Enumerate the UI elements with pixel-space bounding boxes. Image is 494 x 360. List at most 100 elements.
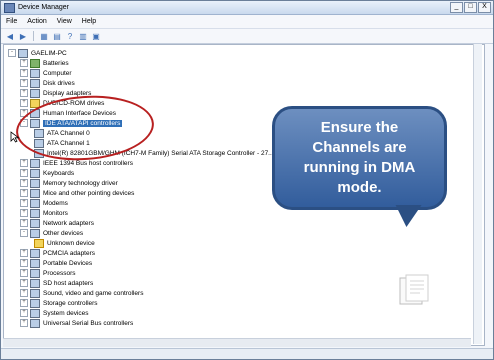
tree-item-pcmcia-adapters[interactable]: + PCMCIA adapters [20,248,95,258]
mouse-pointer-icon [10,131,20,143]
expand-icon[interactable]: + [20,169,28,177]
minimize-button[interactable]: _ [450,2,463,13]
menu-file[interactable]: File [1,18,22,25]
status-bar [1,348,493,359]
tree-item-label: Mice and other pointing devices [43,189,135,197]
expand-icon[interactable]: + [20,89,28,97]
notes-icon [399,274,429,305]
expand-icon[interactable]: + [20,309,28,317]
expand-icon[interactable]: + [20,159,28,167]
expand-icon[interactable]: + [20,249,28,257]
expand-icon[interactable]: + [20,179,28,187]
expand-icon[interactable]: + [20,319,28,327]
system-device-icon [30,308,40,318]
title-bar[interactable]: Device Manager _ □ X [1,1,493,15]
processor-icon [30,268,40,278]
tree-item-label: Computer [43,69,72,77]
vertical-scrollbar[interactable] [473,44,482,344]
collapse-icon[interactable]: - [8,49,16,57]
tree-item-label: Other devices [43,229,84,237]
expand-icon[interactable]: + [20,189,28,197]
sd-host-icon [30,278,40,288]
menu-action[interactable]: Action [22,18,51,25]
tree-item-monitors[interactable]: + Monitors [20,208,68,218]
toolbar-separator [33,31,34,41]
tree-item-system-devices[interactable]: + System devices [20,308,89,318]
disk-drive-icon [30,78,40,88]
tree-item-disk-drives[interactable]: + Disk drives [20,78,75,88]
tree-item-label: Disk drives [43,79,75,87]
expand-icon[interactable]: + [20,99,28,107]
tree-item-sd-host-adapters[interactable]: + SD host adapters [20,278,93,288]
tree-item-label: Batteries [43,59,69,67]
tree-item-memory-technology-driver[interactable]: + Memory technology driver [20,178,118,188]
expand-icon[interactable]: + [20,259,28,267]
tree-item-network-adapters[interactable]: + Network adapters [20,218,94,228]
expand-icon[interactable]: + [20,209,28,217]
tree-root[interactable]: - GAELIM-PC [8,48,67,58]
tree-item-sound-video-game[interactable]: + Sound, video and game controllers [20,288,143,298]
tree-item-label: Keyboards [43,169,75,177]
back-icon[interactable]: ◀ [5,32,15,41]
tree-item-modems[interactable]: + Modems [20,198,68,208]
scan-icon[interactable]: ▥ [78,32,88,41]
expand-icon[interactable]: + [20,289,28,297]
tree-item-label: Network adapters [43,219,94,227]
maximize-button[interactable]: □ [464,2,477,13]
tree-item-unknown-device[interactable]: Unknown device [34,238,95,248]
tree-item-label: System devices [43,309,89,317]
expand-icon[interactable]: + [20,279,28,287]
expand-icon[interactable]: + [20,69,28,77]
expand-icon[interactable]: + [20,59,28,67]
firewire-icon [30,158,40,168]
storage-controller-icon [30,298,40,308]
toolbar: ◀ ▶ ▦ ▤ ? ▥ ▣ [1,29,493,44]
tree-item-batteries[interactable]: + Batteries [20,58,69,68]
menu-view[interactable]: View [52,18,77,25]
display-adapter-icon [30,88,40,98]
memory-icon [30,178,40,188]
window-controls: _ □ X [450,2,491,13]
tree-item-label: Monitors [43,209,68,217]
portable-device-icon [30,258,40,268]
modem-icon [30,198,40,208]
battery-icon [30,58,40,68]
tree-item-label: Memory technology driver [43,179,118,187]
sound-icon [30,288,40,298]
menu-help[interactable]: Help [77,18,101,25]
tree-item-computer[interactable]: + Computer [20,68,72,78]
menu-bar: File Action View Help [1,15,493,29]
horizontal-scrollbar[interactable] [3,338,471,347]
collapse-icon[interactable]: - [20,229,28,237]
expand-icon[interactable]: + [20,199,28,207]
tree-item-processors[interactable]: + Processors [20,268,76,278]
expand-icon[interactable]: + [20,299,28,307]
tree-item-storage-controllers[interactable]: + Storage controllers [20,298,98,308]
help-icon[interactable]: ? [65,32,75,41]
tree-root-label: GAELIM-PC [31,49,67,57]
expand-icon[interactable]: + [20,219,28,227]
monitor-icon [30,208,40,218]
tree-item-other-devices[interactable]: - Other devices [20,228,83,238]
tree-item-mice[interactable]: + Mice and other pointing devices [20,188,134,198]
tree-item-label: Storage controllers [43,299,98,307]
callout-text: Ensure the Channels are running in DMA m… [303,119,416,196]
other-devices-icon [30,228,40,238]
computer-icon [18,48,28,58]
expand-icon[interactable]: + [20,269,28,277]
close-button[interactable]: X [478,2,491,13]
tree-item-portable-devices[interactable]: + Portable Devices [20,258,92,268]
tree-item-keyboards[interactable]: + Keyboards [20,168,74,178]
monitor-icon[interactable]: ▣ [91,32,101,41]
properties-icon[interactable]: ▦ [39,32,49,41]
tree-item-label: Sound, video and game controllers [43,289,144,297]
tree-item-label: Portable Devices [43,259,93,267]
expand-icon[interactable]: + [20,79,28,87]
tree-item-usb-controllers[interactable]: + Universal Serial Bus controllers [20,318,133,328]
usb-icon [30,318,40,328]
refresh-icon[interactable]: ▤ [52,32,62,41]
pcmcia-icon [30,248,40,258]
tree-item-label: PCMCIA adapters [43,249,96,257]
forward-icon[interactable]: ▶ [18,32,28,41]
tree-item-label: Universal Serial Bus controllers [43,319,134,327]
